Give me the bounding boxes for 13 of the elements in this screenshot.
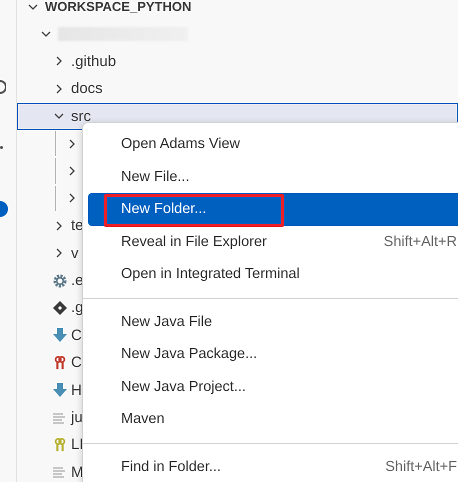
file-name: LI (71, 436, 84, 454)
file-name: te (71, 217, 84, 234)
file-name: src (71, 108, 91, 125)
workspace-title: WORKSPACE_PYTHON (45, 0, 192, 14)
file-name: C (71, 326, 82, 344)
shortcut-text: Shift+Alt+F (385, 458, 457, 475)
file-name: v (71, 244, 78, 262)
file-name: docs (71, 80, 103, 98)
shortcut-text: Shift+Alt+R (384, 234, 457, 250)
file-name: H (71, 382, 82, 399)
file-name: .github (71, 52, 116, 70)
file-name: C (71, 354, 82, 372)
file-name: ju (71, 409, 83, 426)
